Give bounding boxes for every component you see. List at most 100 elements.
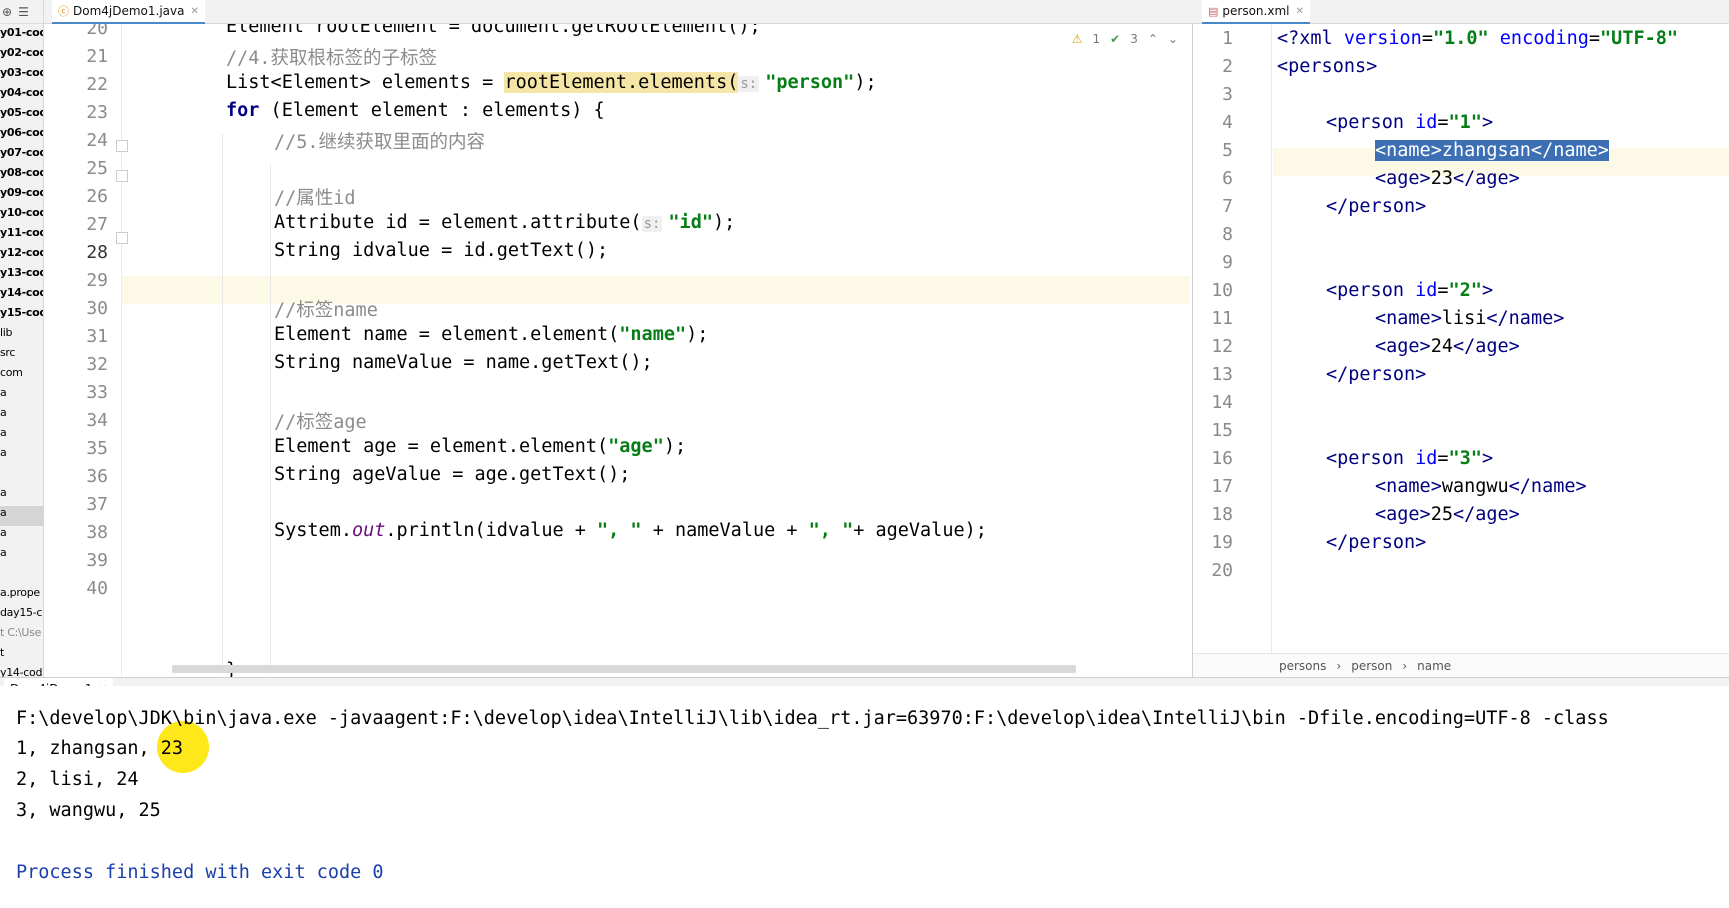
xml-tag: <name> [1375, 308, 1442, 329]
sidebar-item[interactable]: a [0, 406, 7, 419]
xml-tag: <person [1326, 280, 1404, 301]
close-icon[interactable]: ✕ [191, 6, 199, 17]
line-number: 30 [86, 298, 108, 319]
xml-selection: <name>zhangsan</name> [1375, 140, 1609, 161]
xml-line-10: <person id="2"> [1326, 280, 1493, 301]
sidebar-item[interactable]: y15-cod [0, 306, 43, 319]
sidebar-item[interactable]: com [0, 366, 23, 379]
xml-editor[interactable]: 1 2 3 4 5 6 7 8 9 10 11 12 13 14 15 16 17 18 19 20 <?xml ve… [1192, 24, 1729, 677]
sidebar-item[interactable]: a [0, 526, 7, 539]
line-number: 36 [86, 466, 108, 487]
line-number: 13 [1211, 364, 1233, 385]
breadcrumb-item[interactable]: name [1417, 659, 1451, 673]
line-number: 7 [1222, 196, 1233, 217]
check-icon: ✔ [1110, 32, 1121, 46]
line-number: 20 [1211, 560, 1233, 581]
code-text: String idvalue = id.getText(); [274, 240, 609, 261]
line-number: 14 [1211, 392, 1233, 413]
string-literal: "person" [765, 72, 855, 93]
close-icon[interactable]: ✕ [1295, 6, 1303, 17]
tab-person-xml[interactable]: ▤ person.xml ✕ [1202, 0, 1310, 24]
java-editor[interactable]: 20 21 22 23 24 25 26 27 28 29 30 31 32 33 34 35 36 37 38 39… [44, 24, 1190, 677]
sidebar-item[interactable]: day15-c [0, 606, 42, 619]
tab-dom4jdemo1[interactable]: ⓒ Dom4jDemo1.java ✕ [52, 0, 205, 24]
line-number: 9 [1222, 252, 1233, 273]
console-output-line: 3, wangwu, 25 [16, 800, 161, 821]
code-text: (Element element : elements) { [259, 100, 605, 121]
xml-punct: = [1437, 112, 1449, 133]
sidebar-item[interactable]: a.prope [0, 586, 40, 599]
sidebar-item[interactable]: a [0, 426, 7, 439]
breadcrumb-item[interactable]: persons [1279, 659, 1326, 673]
xml-punct: = [1588, 28, 1601, 49]
sidebar-item[interactable]: t C:\Use [0, 626, 41, 639]
sidebar-item[interactable]: lib [0, 326, 13, 339]
fold-marker[interactable] [116, 170, 128, 182]
java-class-icon: ⓒ [58, 5, 69, 18]
code-line-20: Element rootElement = document.getRootEl… [226, 24, 761, 37]
sidebar-item[interactable]: y08-cod [0, 166, 43, 179]
code-line-32: String nameValue = name.getText(); [274, 352, 653, 373]
xml-line-6: <age>23</age> [1375, 168, 1520, 189]
sidebar-selection [0, 506, 43, 526]
code-text: Element age = element.element( [274, 436, 609, 457]
sidebar-item[interactable]: y06-cod [0, 126, 43, 139]
xml-punct: = [1437, 448, 1449, 469]
sidebar-item[interactable]: y07-cod [0, 146, 43, 159]
xml-gutter-border [1271, 24, 1272, 654]
line-number: 31 [86, 326, 108, 347]
sidebar-item[interactable]: a [0, 506, 7, 519]
menu-icon[interactable]: ☰ [18, 5, 29, 19]
xml-punct: = [1421, 28, 1433, 49]
console-output-line: 1, zhangsan, 23 [16, 738, 184, 759]
fold-marker[interactable] [116, 140, 128, 152]
chevron-up-icon[interactable]: ⌃ [1148, 32, 1158, 46]
sidebar-item[interactable]: y02-cod [0, 46, 43, 59]
sidebar-item[interactable]: y14-cod [0, 286, 43, 299]
xml-attr: encoding [1488, 28, 1589, 49]
sidebar-item[interactable]: y10-cod [0, 206, 43, 219]
sidebar-item[interactable]: y11-cod [0, 226, 43, 239]
inspection-widget[interactable]: ⚠ 1 ✔ 3 ⌃ ⌄ [1072, 32, 1178, 46]
code-text: .println(idvalue + [385, 520, 598, 541]
sidebar-item[interactable]: t [0, 646, 4, 659]
comment: //属性id [274, 188, 356, 209]
xml-tabbar: ▤ person.xml ✕ [1192, 0, 1729, 24]
sidebar-item[interactable]: y12-cod [0, 246, 43, 259]
chevron-down-icon[interactable]: ⌄ [1168, 32, 1178, 46]
sidebar-item[interactable]: y09-cod [0, 186, 43, 199]
sidebar-item[interactable]: y01-cod [0, 26, 43, 39]
xml-tag: <age> [1375, 504, 1431, 525]
sidebar-item[interactable]: src [0, 346, 15, 359]
horizontal-scrollbar[interactable] [172, 665, 1076, 673]
xml-value: "UTF-8" [1600, 28, 1679, 49]
project-sidebar[interactable]: ⊕ ☰ y01-cod y02-cod y03-cod y04-cod y05-cod y… [0, 0, 44, 685]
xml-line-5-selected: <name>zhangsan</name> [1375, 140, 1609, 161]
code-line-35: Element age = element.element("age"); [274, 436, 686, 457]
comment: //标签age [274, 412, 367, 433]
breadcrumb: persons › person › name [1193, 653, 1729, 677]
sidebar-item[interactable]: y04-cod [0, 86, 43, 99]
breadcrumb-item[interactable]: person [1351, 659, 1392, 673]
run-console[interactable]: F:\develop\JDK\bin\java.exe -javaagent:F… [0, 686, 1729, 908]
line-number: 39 [86, 550, 108, 571]
sidebar-item[interactable]: a [0, 546, 7, 559]
xml-value: "1.0" [1432, 28, 1489, 49]
code-text: + ageValue); [853, 520, 987, 541]
xml-text: 23 [1430, 168, 1453, 189]
sidebar-item[interactable]: a [0, 486, 7, 499]
sidebar-item[interactable]: y13-cod [0, 266, 43, 279]
line-number: 1 [1222, 28, 1233, 49]
sidebar-item[interactable]: y05-cod [0, 106, 43, 119]
code-line-26: //属性id [274, 184, 356, 210]
line-number: 20 [86, 24, 108, 39]
sidebar-item[interactable]: y03-cod [0, 66, 43, 79]
xml-line-19: </person> [1326, 532, 1426, 553]
xml-line-11: <name>lisi</name> [1375, 308, 1564, 329]
line-number: 34 [86, 410, 108, 431]
target-icon[interactable]: ⊕ [2, 5, 12, 19]
code-text: Element rootElement = document.getRootEl… [226, 24, 761, 37]
fold-marker[interactable] [116, 232, 128, 244]
sidebar-item[interactable]: a [0, 446, 7, 459]
sidebar-item[interactable]: a [0, 386, 7, 399]
